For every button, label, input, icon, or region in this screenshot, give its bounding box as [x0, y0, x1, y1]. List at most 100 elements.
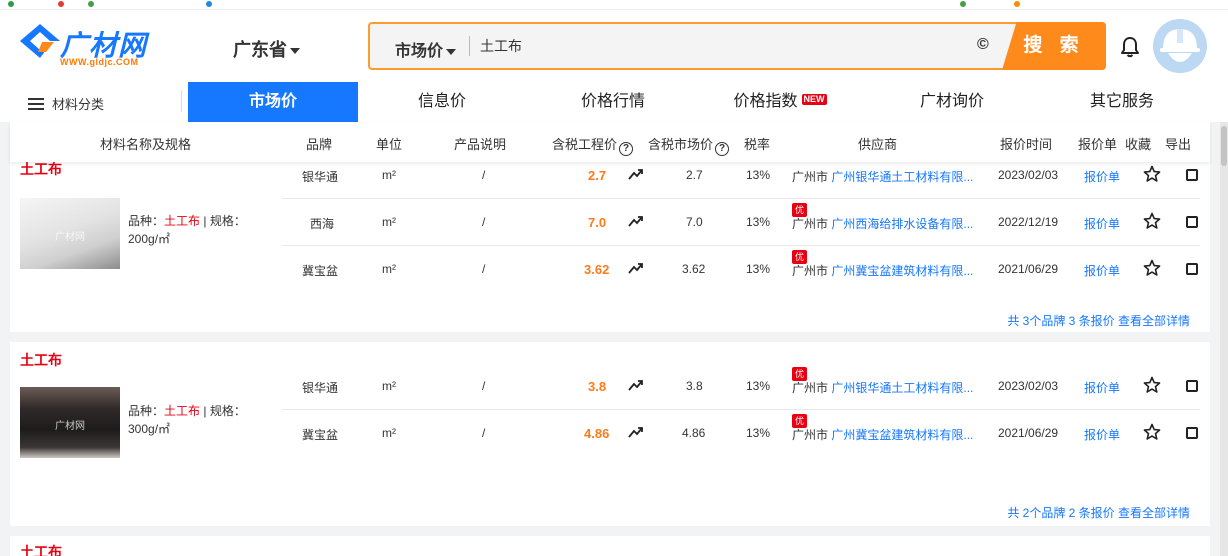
cell-supplier: 广州市 广州银华通土工材料有限...	[792, 168, 973, 185]
bookmark-icon[interactable]	[88, 1, 94, 7]
material-title[interactable]: 土工布	[20, 159, 62, 179]
cell-desc: /	[482, 379, 486, 393]
export-checkbox[interactable]	[1186, 427, 1198, 439]
site-header: 广材网 WWW.gldjc.COM 广东省 市场价 © 搜 索	[0, 10, 1228, 82]
supplier-link[interactable]: 广州冀宝盆建筑材料有限...	[831, 428, 973, 442]
trend-arrow-icon[interactable]	[628, 214, 644, 228]
nav-divider	[181, 90, 182, 112]
trend-arrow-icon[interactable]	[628, 167, 644, 181]
spec-size: 300g/㎡	[128, 422, 171, 436]
col-desc: 产品说明	[454, 137, 507, 152]
cell-market-price: 3.62	[682, 262, 706, 276]
material-group: 土工布 广材网 品种：土工布 | 规格： 300g/㎡ 银华通 m² / 3.8 …	[10, 342, 1210, 526]
col-supplier: 供应商	[858, 137, 898, 152]
table-row: 西海 m² / 7.0 7.0 13% 优 广州市 广州西海给排水设备有限...…	[282, 199, 1200, 246]
bookmark-icon[interactable]	[960, 1, 966, 7]
help-icon[interactable]: ?	[715, 142, 730, 156]
cell-city: 广州市	[792, 264, 829, 278]
export-checkbox[interactable]	[1186, 380, 1198, 392]
spec-kind[interactable]: 土工布	[164, 404, 200, 418]
trend-arrow-icon[interactable]	[628, 261, 644, 275]
main-nav: 材料分类 市场价 信息价 价格行情 价格指数 NEW 广材询价 其它服务	[0, 82, 1228, 122]
star-icon[interactable]	[1143, 376, 1161, 394]
search-button[interactable]: 搜 索	[1002, 22, 1106, 70]
material-category-label: 材料分类	[52, 97, 105, 112]
supplier-link[interactable]: 广州西海给排水设备有限...	[831, 217, 973, 231]
star-icon[interactable]	[1143, 165, 1161, 183]
export-checkbox[interactable]	[1186, 169, 1198, 181]
bell-icon[interactable]	[1119, 36, 1141, 58]
cell-tax: 13%	[746, 168, 771, 182]
supplier-link[interactable]: 广州银华通土工材料有限...	[831, 170, 973, 184]
chevron-down-icon	[446, 48, 457, 55]
product-image[interactable]: 广材网	[20, 387, 120, 458]
supplier-link[interactable]: 广州冀宝盆建筑材料有限...	[831, 264, 973, 278]
cell-desc: /	[482, 168, 486, 182]
col-market-price-label: 含税市场价	[648, 137, 714, 152]
cell-supplier: 广州市 广州冀宝盆建筑材料有限...	[792, 426, 973, 443]
material-spec: 品种：土工布 | 规格： 300g/㎡	[128, 402, 278, 438]
col-quote: 报价单	[1078, 137, 1118, 152]
user-helmet-icon	[1160, 29, 1200, 62]
tab-price-trend[interactable]: 价格行情	[560, 82, 666, 122]
cell-brand: 冀宝盆	[302, 264, 339, 278]
spec-kind-label: 品种：	[128, 214, 165, 228]
spec-size: 200g/㎡	[128, 232, 171, 246]
star-icon[interactable]	[1143, 423, 1161, 441]
region-selector[interactable]: 广东省	[233, 36, 300, 62]
product-image[interactable]: 广材网	[20, 198, 120, 269]
tab-other-services[interactable]: 其它服务	[1072, 82, 1172, 122]
col-fav: 收藏	[1125, 137, 1152, 152]
bookmark-icon[interactable]	[206, 1, 212, 7]
search-divider	[469, 36, 470, 56]
material-title[interactable]: 土工布	[20, 542, 62, 556]
cell-eng-price: 3.62	[584, 262, 610, 277]
cell-time: 2022/12/19	[998, 215, 1059, 229]
supplier-link[interactable]: 广州银华通土工材料有限...	[831, 381, 973, 395]
material-group: 土工布 广材网 品种：土工布 | 规格： 200g/㎡ 银华通 m² / 2.7 …	[10, 148, 1210, 332]
star-icon[interactable]	[1143, 259, 1161, 277]
bookmark-icon[interactable]	[1014, 1, 1020, 7]
cell-time: 2023/02/03	[998, 168, 1059, 182]
quote-link[interactable]: 报价单	[1084, 168, 1120, 185]
cell-market-price: 2.7	[686, 168, 703, 182]
group-summary-link[interactable]: 共 2个品牌 2 条报价 查看全部详情	[1007, 504, 1190, 521]
col-tax: 税率	[744, 137, 771, 152]
spec-kind[interactable]: 土工布	[164, 214, 200, 228]
trend-arrow-icon[interactable]	[628, 425, 644, 439]
material-title[interactable]: 土工布	[20, 350, 62, 370]
quote-link[interactable]: 报价单	[1084, 215, 1120, 232]
tab-info-price[interactable]: 信息价	[380, 82, 504, 122]
avatar[interactable]	[1153, 19, 1207, 73]
tab-market-price[interactable]: 市场价	[188, 82, 358, 122]
cell-city: 广州市	[792, 428, 829, 442]
star-icon[interactable]	[1143, 212, 1161, 230]
help-icon[interactable]: ?	[619, 142, 634, 156]
cell-tax: 13%	[746, 426, 771, 440]
tab-inquiry[interactable]: 广材询价	[902, 82, 1002, 122]
material-category-button[interactable]: 材料分类	[28, 94, 104, 113]
search-category-select[interactable]: 市场价	[395, 37, 457, 61]
cell-brand: 银华通	[302, 381, 339, 395]
cell-eng-price: 2.7	[588, 168, 607, 183]
scrollbar[interactable]	[1220, 122, 1228, 556]
scrollbar-thumb[interactable]	[1221, 126, 1227, 166]
quote-link[interactable]: 报价单	[1084, 262, 1120, 279]
site-logo[interactable]: 广材网 WWW.gldjc.COM	[20, 24, 160, 70]
quote-link[interactable]: 报价单	[1084, 426, 1120, 443]
bookmark-icon[interactable]	[58, 1, 64, 7]
search-input[interactable]	[480, 33, 960, 59]
cell-time: 2021/06/29	[998, 262, 1059, 276]
trend-arrow-icon[interactable]	[628, 378, 644, 392]
clear-icon[interactable]: ©	[977, 36, 989, 54]
bookmark-icon[interactable]	[8, 1, 14, 7]
tab-price-index[interactable]: 价格指数 NEW	[718, 82, 842, 122]
quote-link[interactable]: 报价单	[1084, 379, 1120, 396]
cell-unit: m²	[382, 168, 396, 182]
export-checkbox[interactable]	[1186, 216, 1198, 228]
cell-supplier: 广州市 广州银华通土工材料有限...	[792, 379, 973, 396]
image-watermark: 广材网	[55, 232, 85, 243]
group-summary-link[interactable]: 共 3个品牌 3 条报价 查看全部详情	[1007, 312, 1190, 329]
search-category-label: 市场价	[395, 43, 444, 60]
export-checkbox[interactable]	[1186, 263, 1198, 275]
